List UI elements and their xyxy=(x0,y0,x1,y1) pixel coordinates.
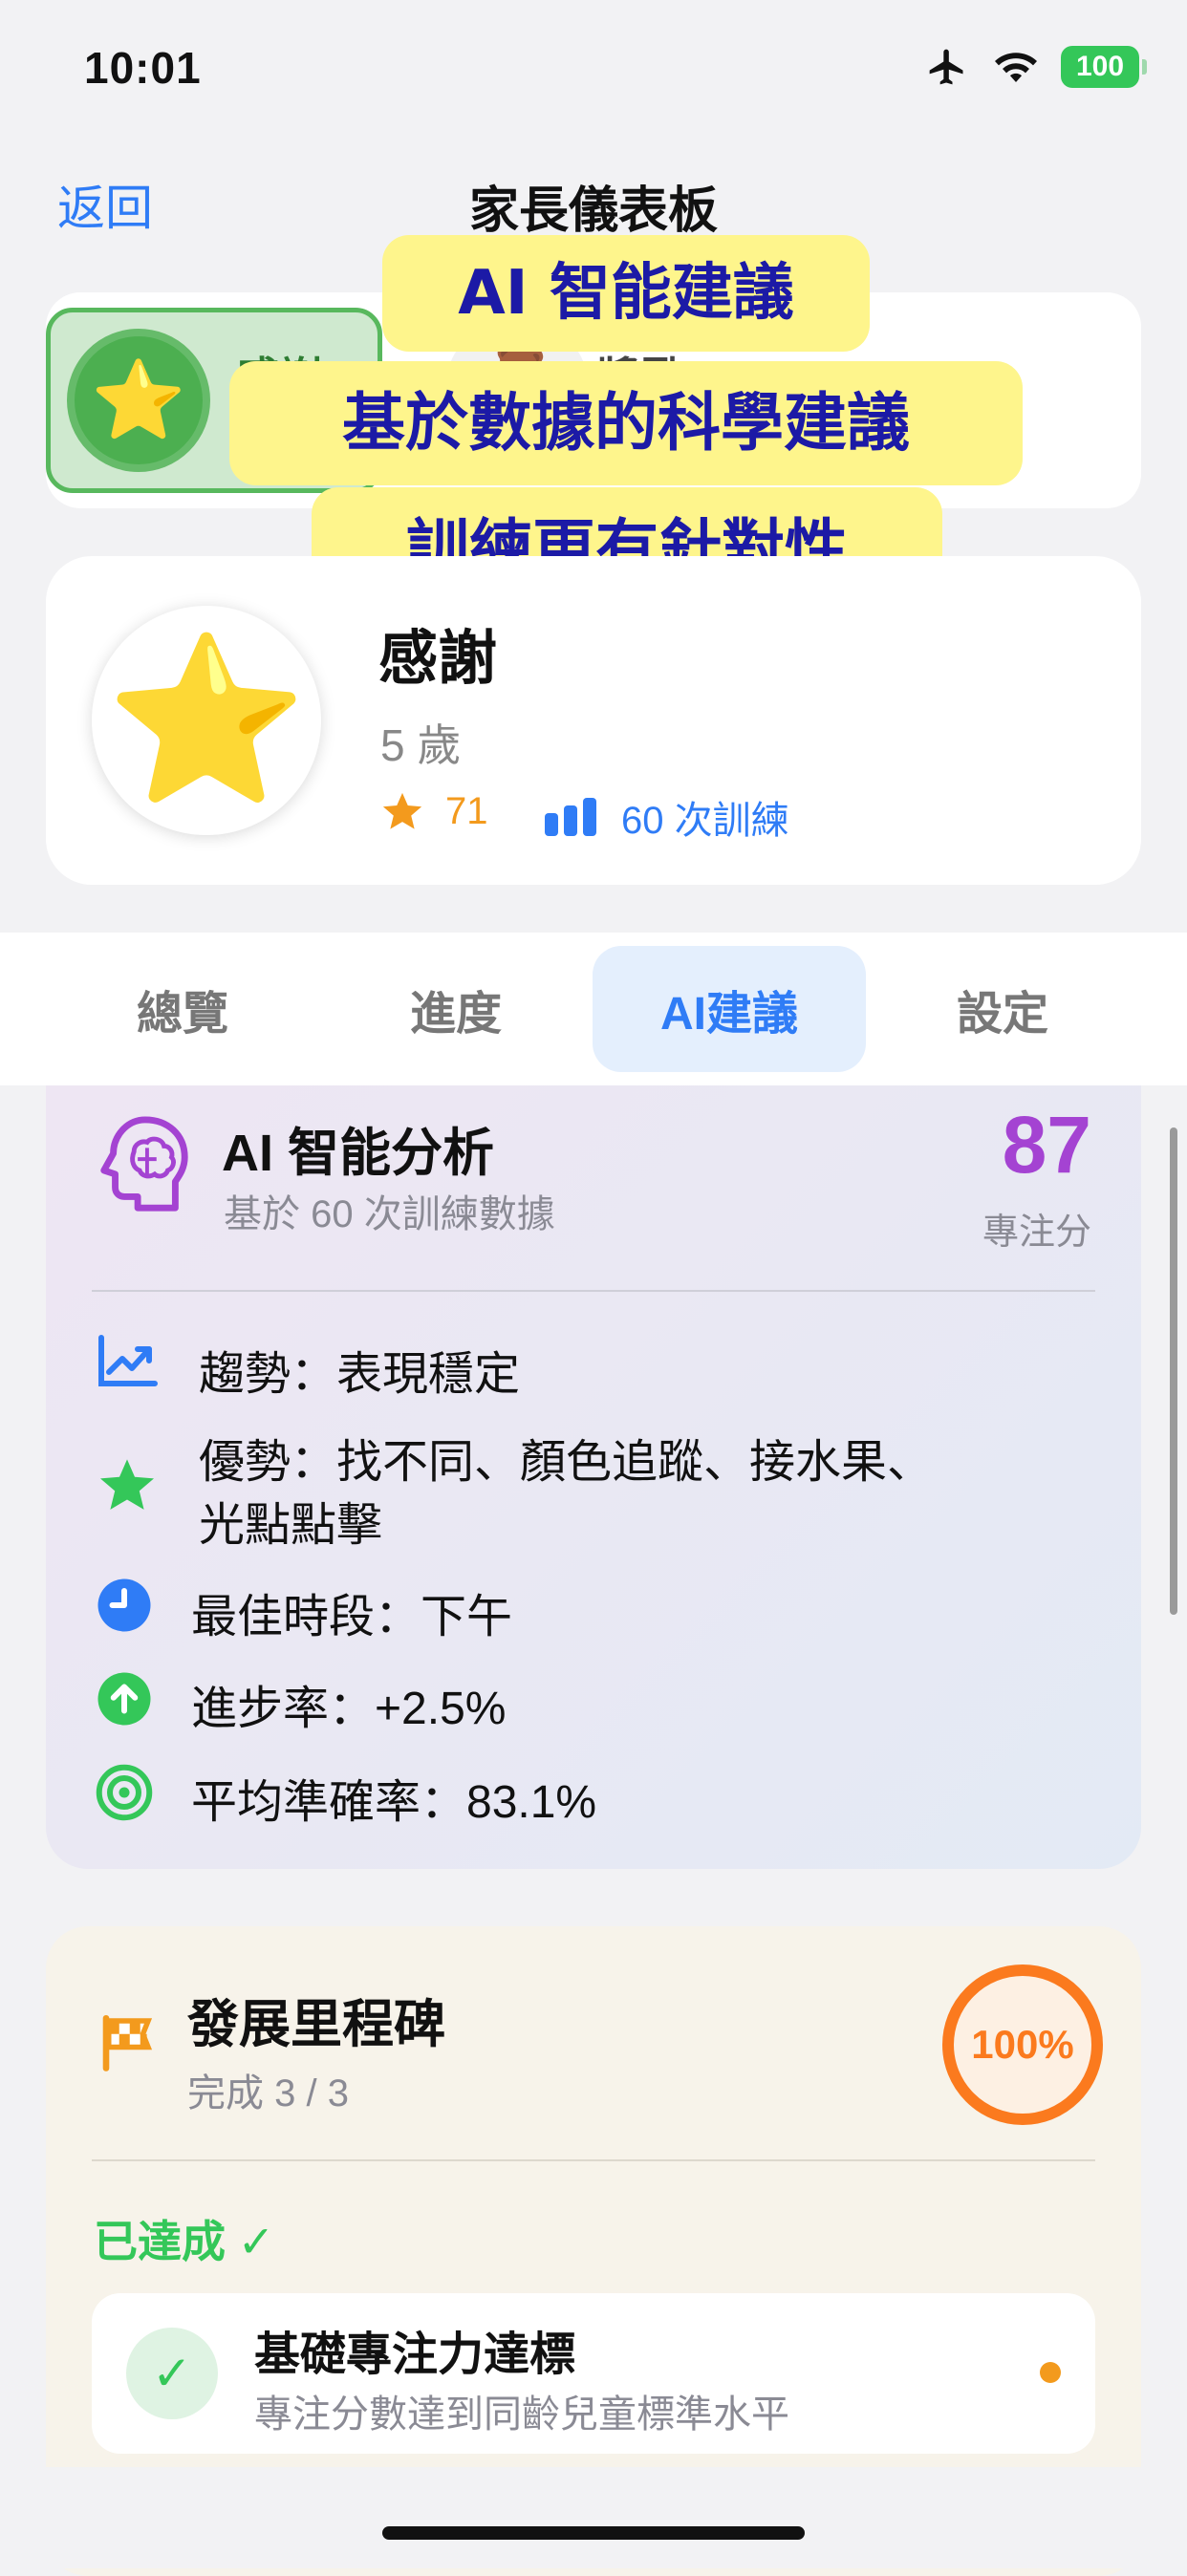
strengths-text-line1: 優勢：找不同、顏色追蹤、接水果、 xyxy=(199,1437,934,1488)
divider xyxy=(92,1290,1095,1292)
clock-icon xyxy=(97,1578,151,1632)
checkered-flag-icon xyxy=(102,2014,153,2072)
tab-settings[interactable]: 設定 xyxy=(866,946,1139,1072)
ai-analysis-title: AI 智能分析 xyxy=(222,1125,495,1182)
bar-chart-icon xyxy=(545,798,596,836)
brain-head-icon xyxy=(100,1116,188,1212)
airplane-icon xyxy=(929,49,963,85)
child-avatar-star-icon: ⭐ xyxy=(67,329,210,472)
sessions-count: 60 次訓練 xyxy=(621,800,789,842)
profile-sessions: 60 次訓練 xyxy=(545,789,789,845)
tab-ai-suggestions[interactable]: AI建議 xyxy=(593,946,866,1072)
page-title: 家長儀表板 xyxy=(468,183,718,239)
focus-score-label: 專注分 xyxy=(982,1213,1091,1253)
achieved-label: 已達成 ✓ xyxy=(94,2217,275,2266)
best-time-text: 最佳時段：下午 xyxy=(191,1592,513,1642)
strengths-text-line2: 光點點擊 xyxy=(199,1500,383,1551)
arrow-up-circle-icon xyxy=(97,1672,151,1726)
battery-indicator: 100 xyxy=(1061,46,1147,88)
banner-line-2: 基於數據的科學建議 xyxy=(229,361,1023,485)
bottom-area xyxy=(0,2467,1187,2568)
tab-overview[interactable]: 總覽 xyxy=(46,946,319,1072)
back-button[interactable]: 返回 xyxy=(57,170,153,239)
target-icon xyxy=(96,1764,153,1821)
focus-score: 87 xyxy=(1002,1100,1091,1190)
profile-name: 感謝 xyxy=(378,626,498,692)
checkmark-icon: ✓ xyxy=(126,2328,218,2419)
milestones-subtitle: 完成 3 / 3 xyxy=(187,2072,349,2114)
milestone-item-desc: 專注分數達到同齡兒童標準水平 xyxy=(254,2394,789,2436)
progress-rate-text: 進步率：+2.5% xyxy=(191,1684,507,1734)
status-icons: 100 xyxy=(923,46,1147,88)
status-dot xyxy=(1040,2362,1061,2383)
banner-line-1: AI 智能建議 xyxy=(382,235,870,352)
trend-chart-icon xyxy=(98,1335,158,1386)
profile-stars: 71 xyxy=(380,789,488,833)
scrollbar[interactable] xyxy=(1170,1127,1177,1615)
accuracy-text: 平均準確率：83.1% xyxy=(191,1777,597,1828)
tab-progress[interactable]: 進度 xyxy=(319,946,593,1072)
ai-analysis-subtitle: 基於 60 次訓練數據 xyxy=(224,1193,555,1235)
wifi-icon xyxy=(995,53,1037,82)
star-icon xyxy=(382,792,422,829)
milestones-title: 發展里程碑 xyxy=(187,1996,445,2053)
milestones-progress-ring: 100% xyxy=(942,1964,1103,2125)
home-indicator[interactable] xyxy=(382,2526,805,2540)
star-icon xyxy=(100,1459,154,1510)
profile-age: 5 歲 xyxy=(380,720,462,770)
trend-text: 趨勢：表現穩定 xyxy=(199,1349,521,1400)
stars-count: 71 xyxy=(445,789,488,832)
milestone-item-title: 基礎專注力達標 xyxy=(254,2329,576,2380)
status-time: 10:01 xyxy=(84,43,202,93)
divider xyxy=(92,2159,1095,2161)
profile-avatar-star-icon: ⭐ xyxy=(92,606,321,835)
tab-bar: 總覽 進度 AI建議 設定 xyxy=(0,933,1187,1085)
